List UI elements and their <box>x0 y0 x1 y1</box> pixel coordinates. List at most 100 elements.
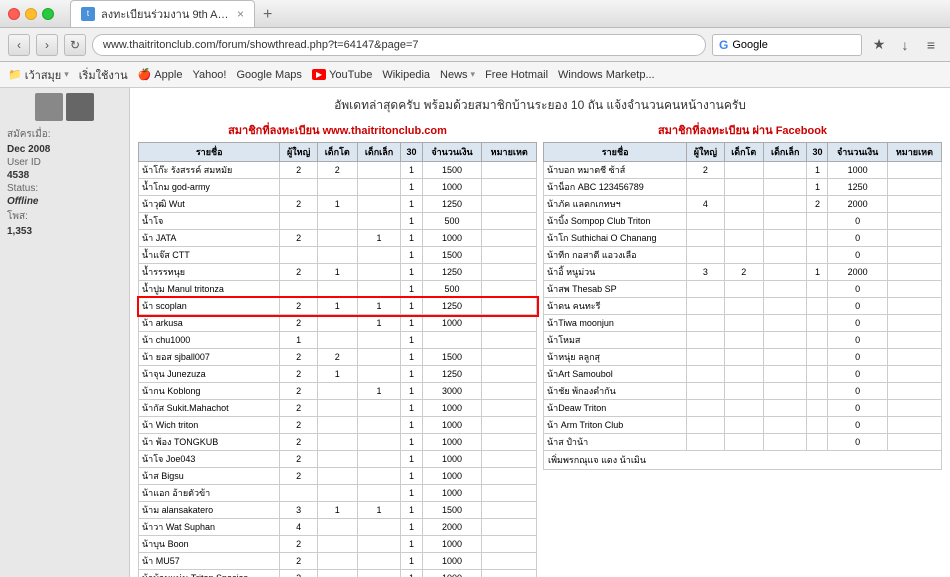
footer-note: เพิ่มพรกณุแจ แดง น้าเมิน <box>544 451 942 470</box>
table-row: น้าน็อก ABC 12345678911250 <box>544 179 942 196</box>
col-header-teen: เด็กโต <box>724 143 763 162</box>
table-row: น้า chu100011 <box>139 332 537 349</box>
bookmark-label: Windows Marketp... <box>558 69 655 81</box>
status-value: Offline <box>5 195 124 208</box>
search-box[interactable]: G Google <box>712 34 862 56</box>
bookmark-start[interactable]: เริ่มใช้งาน <box>79 66 128 84</box>
bookmark-wikipedia[interactable]: Wikipedia <box>382 69 430 81</box>
posts-value: 1,353 <box>5 225 124 238</box>
bookmark-youtube[interactable]: ▶ YouTube <box>312 69 372 81</box>
main-content: สมัครเมื่อ: Dec 2008 User ID 4538 Status… <box>0 88 950 577</box>
table-row: น้าทีก กอสาตี แอวงเลือ0 <box>544 247 942 264</box>
user-id-label: User ID <box>5 156 124 169</box>
sidebar: สมัครเมื่อ: Dec 2008 User ID 4538 Status… <box>0 88 130 577</box>
browser-window: t ลงทะเบียนร่วมงาน 9th Ann... × + ‹ › ↻ … <box>0 0 950 577</box>
table-row: น้า ยอส sjball0072211500 <box>139 349 537 366</box>
close-button[interactable] <box>8 8 20 20</box>
right-table-section: สมาชิกที่ลงทะเบียน ผ่าน Facebook รายชื่อ… <box>543 121 942 577</box>
bookmark-label: Free Hotmail <box>485 69 548 81</box>
table-row: น้า scoplan21111250 <box>139 298 537 315</box>
col-header-name: รายชื่อ <box>139 143 280 162</box>
bookmark-apple[interactable]: 🍎 Apple <box>138 68 183 81</box>
col-header-note: หมายเหต <box>482 143 537 162</box>
tab-favicon: t <box>81 7 95 21</box>
right-data-table: รายชื่อ ผู้ใหญ่ เด็กโต เด็กเล็ก 30 จำนวน… <box>543 142 942 470</box>
table-row: น้าโจ Joe043211000 <box>139 451 537 468</box>
table-row: น้าแอก อ้ายตัวข้า11000 <box>139 485 537 502</box>
right-section-header: สมาชิกที่ลงทะเบียน ผ่าน Facebook <box>543 121 942 139</box>
col-header-30: 30 <box>807 143 828 162</box>
col-header-child: เด็กเล็ก <box>763 143 807 162</box>
tab-close-button[interactable]: × <box>237 7 244 21</box>
bookmark-hotmail[interactable]: Free Hotmail <box>485 69 548 81</box>
status-label: Status: <box>5 182 124 195</box>
refresh-button[interactable]: ↻ <box>64 34 86 56</box>
join-date-label: สมัครเมื่อ: <box>5 126 124 143</box>
left-section-header: สมาชิกที่ลงทะเบียน www.thaitritonclub.co… <box>138 121 537 139</box>
bookmark-windows[interactable]: Windows Marketp... <box>558 69 655 81</box>
cell-name: น้าโก๊ะ รังสรรค์ สมหมัย <box>139 162 280 179</box>
table-row: น้า Arm Triton Club0 <box>544 417 942 434</box>
new-tab-button[interactable]: + <box>255 3 280 27</box>
bookmark-label: Apple <box>154 69 182 81</box>
table-row: น้าบอก หมาตชี ซ้าส์211000 <box>544 162 942 179</box>
bookmark-news[interactable]: News ▾ <box>440 69 475 81</box>
posts-label: โพส: <box>5 208 124 225</box>
col-header-name: รายชื่อ <box>544 143 687 162</box>
bookmark-samuiy[interactable]: 📁 เว้าสมุย ▾ <box>8 66 69 84</box>
table-row: น้าภัค แลตกเกทษฯ422000 <box>544 196 942 213</box>
title-bar: t ลงทะเบียนร่วมงาน 9th Ann... × + <box>0 0 950 28</box>
bookmark-label: Google Maps <box>237 69 302 81</box>
forward-button[interactable]: › <box>36 34 58 56</box>
tab-title: ลงทะเบียนร่วมงาน 9th Ann... <box>101 5 231 23</box>
table-row: เพิ่มพรกณุแจ แดง น้าเมิน <box>544 451 942 470</box>
bookmark-icon: 📁 <box>8 68 22 81</box>
back-button[interactable]: ‹ <box>8 34 30 56</box>
bookmark-label: Yahoo! <box>192 69 226 81</box>
toolbar-icons: ★ ↓ ≡ <box>868 34 942 56</box>
bookmark-yahoo[interactable]: Yahoo! <box>192 69 226 81</box>
table-row: น้าชัย พ้กองดำกัน0 <box>544 383 942 400</box>
menu-icon[interactable]: ≡ <box>920 34 942 56</box>
user-id-value: 4538 <box>5 169 124 182</box>
bookmark-label: เว้าสมุย <box>25 66 62 84</box>
table-row: น้ำปูม Manul tritonza1500 <box>139 281 537 298</box>
table-row: น้าหนุ่ย ลลูกสุ0 <box>544 349 942 366</box>
table-row: น้า Wich triton211000 <box>139 417 537 434</box>
table-row: น้าDeaw Triton0 <box>544 400 942 417</box>
download-icon[interactable]: ↓ <box>894 34 916 56</box>
col-header-amount: จำนวนเงิน <box>828 143 887 162</box>
bookmark-googlemaps[interactable]: Google Maps <box>237 69 302 81</box>
table-row: น้าดน คนทะรี0 <box>544 298 942 315</box>
table-row: น้าสพ Thesab SP0 <box>544 281 942 298</box>
table-row: น้าส ปำน้า0 <box>544 434 942 451</box>
table-row: น้ำรรรทนุย2111250 <box>139 264 537 281</box>
table-row: น้ากน Koblong2113000 <box>139 383 537 400</box>
col-header-30: 30 <box>401 143 422 162</box>
table-row: น้าวา Wat Suphan412000 <box>139 519 537 536</box>
content-area: อัพเดทล่าสุดครับ พร้อมด้วยสมาชิกบ้านระยอ… <box>130 88 950 577</box>
traffic-lights <box>8 8 54 20</box>
minimize-button[interactable] <box>25 8 37 20</box>
star-icon[interactable]: ★ <box>868 34 890 56</box>
url-text: www.thaitritonclub.com/forum/showthread.… <box>103 39 419 51</box>
table-row: น้าม alansakatero31111500 <box>139 502 537 519</box>
table-row: น้า arkusa2111000 <box>139 315 537 332</box>
sidebar-info: สมัครเมื่อ: Dec 2008 User ID 4538 Status… <box>5 126 124 238</box>
active-tab[interactable]: t ลงทะเบียนร่วมงาน 9th Ann... × <box>70 0 255 27</box>
table-row: น้าโก๊ะ รังสรรค์ สมหมัย2211500 <box>139 162 537 179</box>
table-row: น้ำแจ๊ส CTT11500 <box>139 247 537 264</box>
table-row: น้า JATA2111000 <box>139 230 537 247</box>
col-header-note: หมายเหต <box>887 143 941 162</box>
table-row: น้ำโจ1500 <box>139 213 537 230</box>
maximize-button[interactable] <box>42 8 54 20</box>
table-row: น้าบุน Boon211000 <box>139 536 537 553</box>
col-header-teen: เด็กโต <box>317 143 357 162</box>
table-row: น้าโก Suthichai O Chanang0 <box>544 230 942 247</box>
left-table-section: สมาชิกที่ลงทะเบียน www.thaitritonclub.co… <box>138 121 537 577</box>
bookmark-label: Wikipedia <box>382 69 430 81</box>
table-row: น้าArt Samoubol0 <box>544 366 942 383</box>
url-bar[interactable]: www.thaitritonclub.com/forum/showthread.… <box>92 34 706 56</box>
table-row: น้าบ้อมแน่น Triton Species211000 <box>139 570 537 577</box>
table-row: น้าส Bigsu211000 <box>139 468 537 485</box>
